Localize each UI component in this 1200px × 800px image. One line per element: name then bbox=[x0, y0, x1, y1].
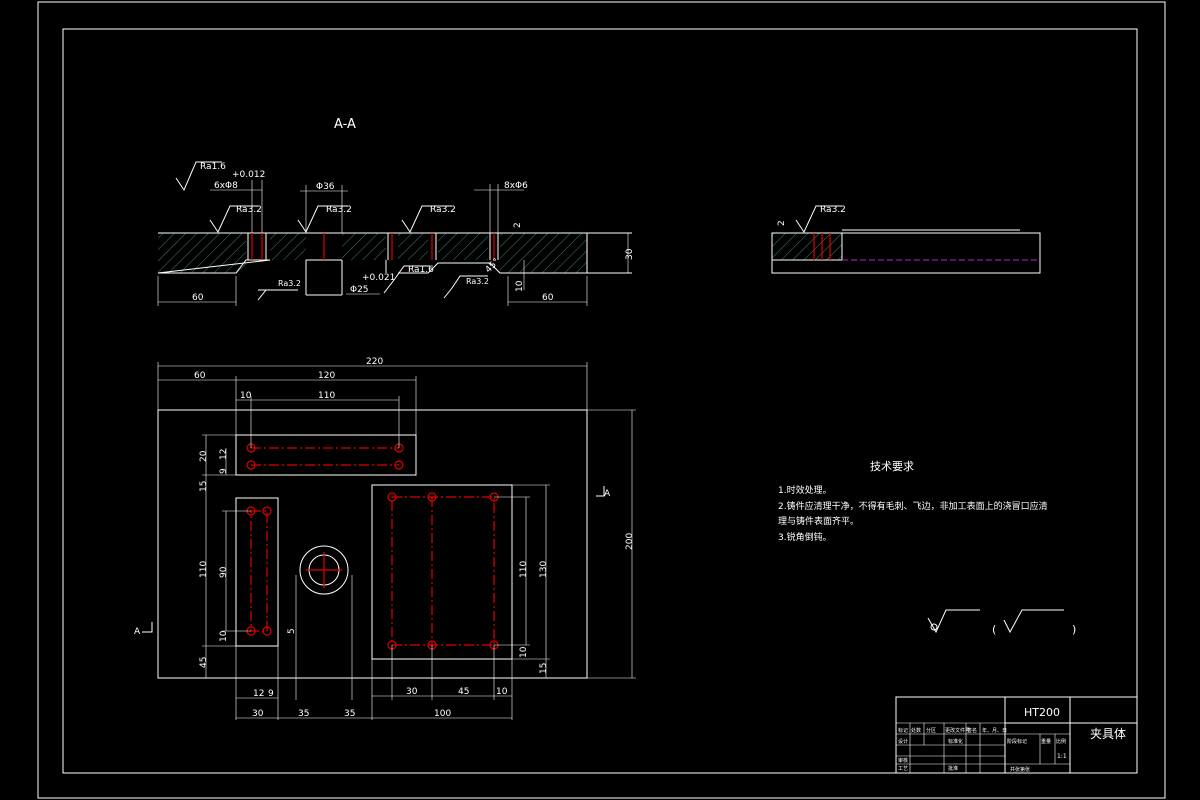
tech-req-line-1: 1.时效处理。 bbox=[778, 484, 832, 496]
material-label: HT200 bbox=[1024, 706, 1060, 719]
dim-60-left: 60 bbox=[192, 293, 204, 303]
roughness-5: Ra3.2 bbox=[278, 279, 301, 288]
dim-60-right: 60 bbox=[542, 293, 554, 303]
dim-30-h: 30 bbox=[252, 709, 264, 719]
section-mark-left: A bbox=[134, 627, 141, 637]
tb-standard: 标准化 bbox=[948, 738, 963, 745]
tb-col-5: 签名 bbox=[967, 727, 977, 734]
svg-text:(: ( bbox=[992, 623, 996, 636]
dim-45-r: 45 bbox=[458, 687, 469, 697]
tb-col-3: 分区 bbox=[926, 727, 936, 734]
dim-110-a: 110 bbox=[318, 391, 335, 401]
dim-10: 10 bbox=[515, 280, 525, 292]
tech-req-line-4: 3.锐角倒钝。 bbox=[778, 531, 832, 543]
title-block: HT200 夹具体 标记 处数 分区 更改文件号 签名 年、月、日 设计 标准化… bbox=[895, 696, 1138, 774]
dim-10-rv: 10 bbox=[519, 646, 529, 658]
dim-tol-top: +0.012 bbox=[232, 170, 265, 180]
dim-12-h: 12 bbox=[253, 689, 264, 699]
tb-weight: 重量 bbox=[1041, 738, 1051, 745]
roughness-3: Ra3.2 bbox=[326, 205, 352, 215]
dim-chamfer-side: 2 bbox=[777, 220, 787, 226]
dim-10-r: 10 bbox=[496, 687, 508, 697]
tech-req-line-3: 理与铸件表面齐平。 bbox=[778, 515, 859, 527]
dim-hole-6x8: 6xΦ8 bbox=[214, 181, 238, 191]
svg-text:): ) bbox=[1072, 623, 1076, 636]
dim-10-a: 10 bbox=[240, 391, 252, 401]
roughness-7: Ra3.2 bbox=[466, 277, 489, 286]
dim-tol-bot: +0.021 bbox=[362, 273, 395, 283]
dim-20-v: 20 bbox=[199, 450, 209, 462]
tb-col-2: 处数 bbox=[911, 727, 921, 734]
dim-90-v: 90 bbox=[219, 566, 229, 578]
outer-border bbox=[37, 1, 1166, 799]
tb-checker: 审核 bbox=[898, 757, 908, 764]
dim-220: 220 bbox=[366, 357, 383, 367]
tb-sheets: 共张第张 bbox=[1010, 766, 1030, 773]
dim-110-r: 110 bbox=[519, 561, 529, 578]
dim-130-r: 130 bbox=[539, 561, 549, 578]
section-view: A-A Ra1.6 Ra3.2 Ra3.2 Ra3.2 Ra3.2 Ra1.6 … bbox=[157, 117, 635, 306]
plan-view: A A 220 60 120 10 110 20 9 12 15 110 90 … bbox=[134, 357, 636, 720]
roughness-4: Ra3.2 bbox=[430, 205, 456, 215]
dim-110-v: 110 bbox=[199, 561, 209, 578]
dim-5: 5 bbox=[287, 628, 297, 634]
dim-120: 120 bbox=[318, 371, 335, 381]
part-name: 夹具体 bbox=[1090, 727, 1126, 741]
dim-60-plan: 60 bbox=[194, 371, 206, 381]
dim-35-b: 35 bbox=[344, 709, 355, 719]
dim-30-height: 30 bbox=[625, 248, 635, 260]
dim-chamfer-top: 2 bbox=[513, 222, 523, 228]
inner-border bbox=[62, 28, 1138, 774]
dim-d-bot: Φ25 bbox=[350, 285, 369, 295]
dim-15-v: 15 bbox=[199, 481, 209, 492]
tech-req-line-2: 2.铸件应清理干净，不得有毛刺、飞边，非加工表面上的浇冒口应清 bbox=[778, 500, 1048, 512]
tb-col-1: 标记 bbox=[898, 727, 908, 734]
cad-drawing: A-A Ra1.6 Ra3.2 Ra3.2 Ra3.2 Ra3.2 Ra1.6 … bbox=[37, 1, 1166, 799]
tb-stage: 阶段标记 bbox=[1007, 738, 1027, 745]
section-mark-right: A bbox=[604, 489, 611, 499]
tb-approve: 批准 bbox=[948, 765, 958, 772]
roughness-2: Ra3.2 bbox=[236, 205, 262, 215]
roughness-8: Ra3.2 bbox=[820, 205, 846, 215]
tb-ratio: 比例 bbox=[1056, 738, 1066, 745]
dim-100: 100 bbox=[434, 709, 451, 719]
section-title: A-A bbox=[334, 117, 356, 132]
dim-15-rv: 15 bbox=[539, 663, 549, 674]
dim-d36: Φ36 bbox=[316, 182, 335, 192]
roughness-6: Ra1.6 bbox=[408, 265, 434, 275]
general-roughness: ( ) bbox=[927, 609, 1076, 636]
tech-requirements: 技术要求 1.时效处理。 2.铸件应清理干净，不得有毛刺、飞边，非加工表面上的浇… bbox=[778, 460, 1048, 543]
dim-45-v: 45 bbox=[199, 657, 209, 668]
dim-9-v: 9 bbox=[219, 468, 229, 474]
dim-10-v: 10 bbox=[219, 630, 229, 642]
tb-designer: 设计 bbox=[898, 738, 908, 745]
tb-scale: 1:1 bbox=[1057, 753, 1067, 760]
tb-process: 工艺 bbox=[898, 766, 908, 772]
dim-30-r: 30 bbox=[406, 687, 418, 697]
dim-hole-8x6: 8xΦ6 bbox=[504, 181, 528, 191]
dim-9-h: 9 bbox=[268, 689, 274, 699]
dim-35-a: 35 bbox=[298, 709, 309, 719]
tb-col-6: 年、月、日 bbox=[982, 727, 1007, 734]
roughness-1: Ra1.6 bbox=[200, 162, 226, 172]
side-view: Ra3.2 2 bbox=[771, 205, 1041, 274]
dim-12-v: 12 bbox=[219, 449, 229, 460]
tech-req-title: 技术要求 bbox=[870, 460, 914, 473]
dim-200: 200 bbox=[625, 533, 635, 550]
